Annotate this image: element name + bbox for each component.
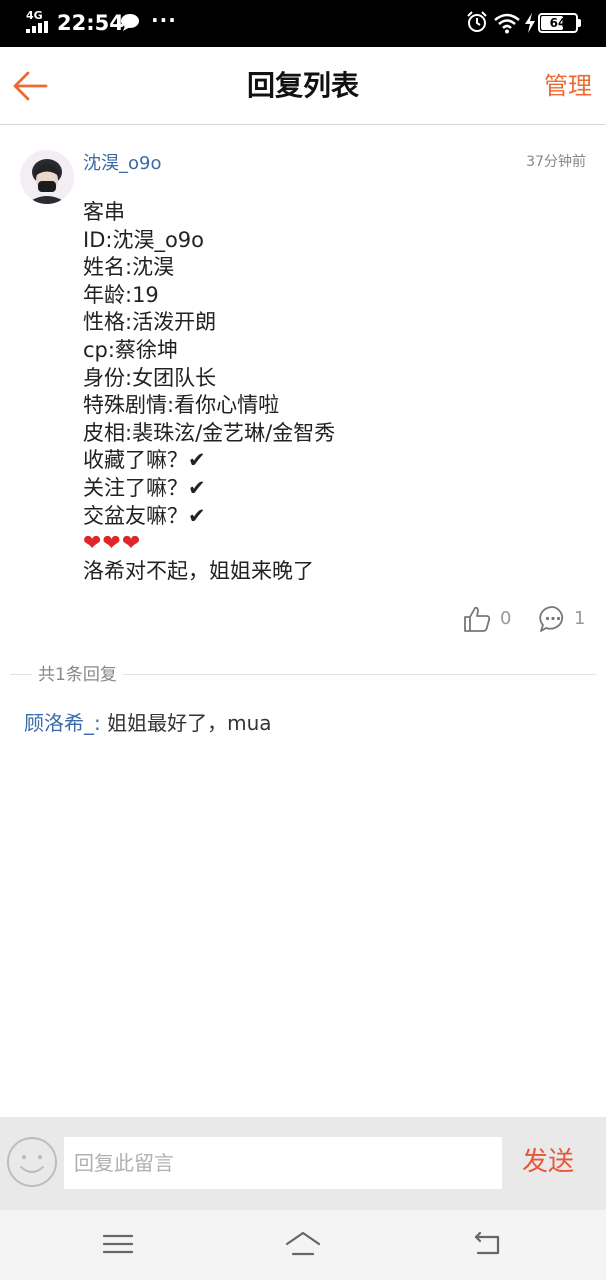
- comment-line: 客串: [83, 200, 125, 224]
- comment-bubble-icon[interactable]: [538, 604, 568, 634]
- comment-username[interactable]: 沈淏_o9o: [83, 152, 161, 176]
- comment-line: 洛希对不起，姐姐来晚了: [83, 558, 314, 583]
- status-bar: 4G 22:54 ··· 64: [0, 0, 606, 47]
- manage-button[interactable]: 管理: [544, 69, 592, 103]
- send-button[interactable]: 发送: [522, 1143, 574, 1181]
- comment-line: 身份:女团队长: [83, 365, 217, 390]
- menu-icon[interactable]: [100, 1228, 136, 1260]
- battery-tip: [578, 19, 581, 27]
- comment-line: 性格:活泼开朗: [83, 310, 217, 335]
- reply-input[interactable]: [64, 1137, 502, 1189]
- reply-list-screen: 4G 22:54 ··· 64 回复列表 管理 沈淏_o9o 37分钟前 客串 …: [0, 0, 606, 1280]
- comment-content: 客串 ID:沈淏_o9o 姓名:沈淏 年龄:19 性格:活泼开朗 cp:蔡徐坤 …: [83, 199, 583, 585]
- comment-line: 年龄:19: [83, 282, 159, 307]
- comment-line: 交盆友嘛？✔: [83, 503, 206, 528]
- reply-text: 姐姐最好了，mua: [100, 711, 272, 735]
- avatar-image: [20, 150, 74, 204]
- charging-icon: [525, 13, 535, 33]
- reply-total-label: 共1条回复: [32, 664, 123, 686]
- reply-item[interactable]: 顾洛希_: 姐姐最好了，mua: [24, 708, 272, 738]
- reply-count: 1: [574, 608, 586, 629]
- comment-line: 特殊剧情:看你心情啦: [83, 393, 280, 418]
- comment-line: ID:沈淏_o9o: [83, 227, 204, 252]
- signal-icon: [26, 21, 48, 33]
- emoji-icon[interactable]: [6, 1136, 58, 1188]
- thumbs-up-icon[interactable]: [462, 604, 492, 634]
- chat-bubble-icon: [121, 14, 139, 31]
- back-arrow-icon[interactable]: [10, 65, 52, 107]
- like-count: 0: [500, 608, 512, 629]
- wifi-icon: [494, 13, 520, 34]
- clock: 22:54: [57, 11, 124, 35]
- reply-author[interactable]: 顾洛希_:: [24, 711, 101, 735]
- comment-line: 皮相:裴珠泫/金艺琳/金智秀: [83, 420, 336, 445]
- back-nav-icon[interactable]: [470, 1228, 506, 1260]
- battery-indicator: 64: [538, 13, 578, 33]
- comment-line: cp:蔡徐坤: [83, 337, 178, 362]
- page-title: 回复列表: [246, 69, 359, 102]
- reply-input-bar: 发送: [0, 1117, 606, 1210]
- comment-line: 关注了嘛？✔: [83, 475, 206, 500]
- avatar[interactable]: [20, 150, 74, 204]
- home-icon[interactable]: [285, 1228, 321, 1260]
- hearts-emoji: ❤❤❤: [83, 531, 142, 557]
- app-header: 回复列表 管理: [0, 47, 606, 125]
- network-type: 4G: [26, 9, 43, 22]
- comment-timestamp: 37分钟前: [526, 154, 586, 170]
- comment-line: 收藏了嘛？✔: [83, 448, 206, 473]
- system-nav-bar: [0, 1210, 606, 1280]
- comment-line: 姓名:沈淏: [83, 255, 175, 280]
- alarm-icon: [467, 11, 487, 32]
- more-notifications-icon: ···: [151, 8, 177, 32]
- battery-level: 64: [549, 16, 567, 30]
